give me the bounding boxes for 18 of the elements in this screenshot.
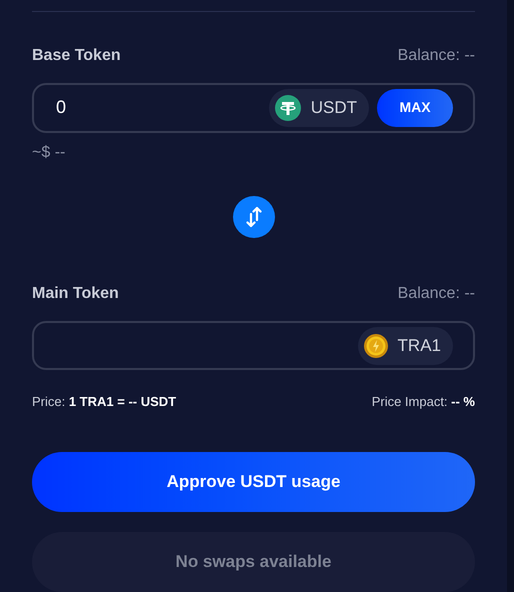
balance-text: Balance: --: [398, 46, 475, 66]
amount-field[interactable]: 0 USDT MAX: [32, 82, 475, 133]
price-impact-text: Price Impact: -- %: [372, 393, 475, 412]
swap-direction-button[interactable]: [232, 196, 274, 238]
tether-coin-icon: [274, 94, 301, 121]
swap-arrows-icon: [244, 206, 264, 228]
usd-value: ~$ --: [32, 142, 66, 163]
max-button[interactable]: MAX: [377, 88, 453, 127]
token-selector[interactable]: USDT: [268, 88, 369, 127]
lightning-coin-icon: [364, 334, 388, 358]
amount-field[interactable]: TRA1: [32, 320, 475, 370]
section-label: Main Token: [32, 284, 119, 304]
amount-value: 0: [56, 96, 68, 120]
token-selector[interactable]: TRA1: [358, 326, 453, 365]
balance-text: Balance: --: [398, 284, 475, 304]
price-text: Price: 1 TRA1 = -- USDT: [32, 393, 176, 412]
action-button[interactable]: Approve USDT usage: [32, 452, 475, 512]
section-label: Base Token: [32, 46, 121, 66]
